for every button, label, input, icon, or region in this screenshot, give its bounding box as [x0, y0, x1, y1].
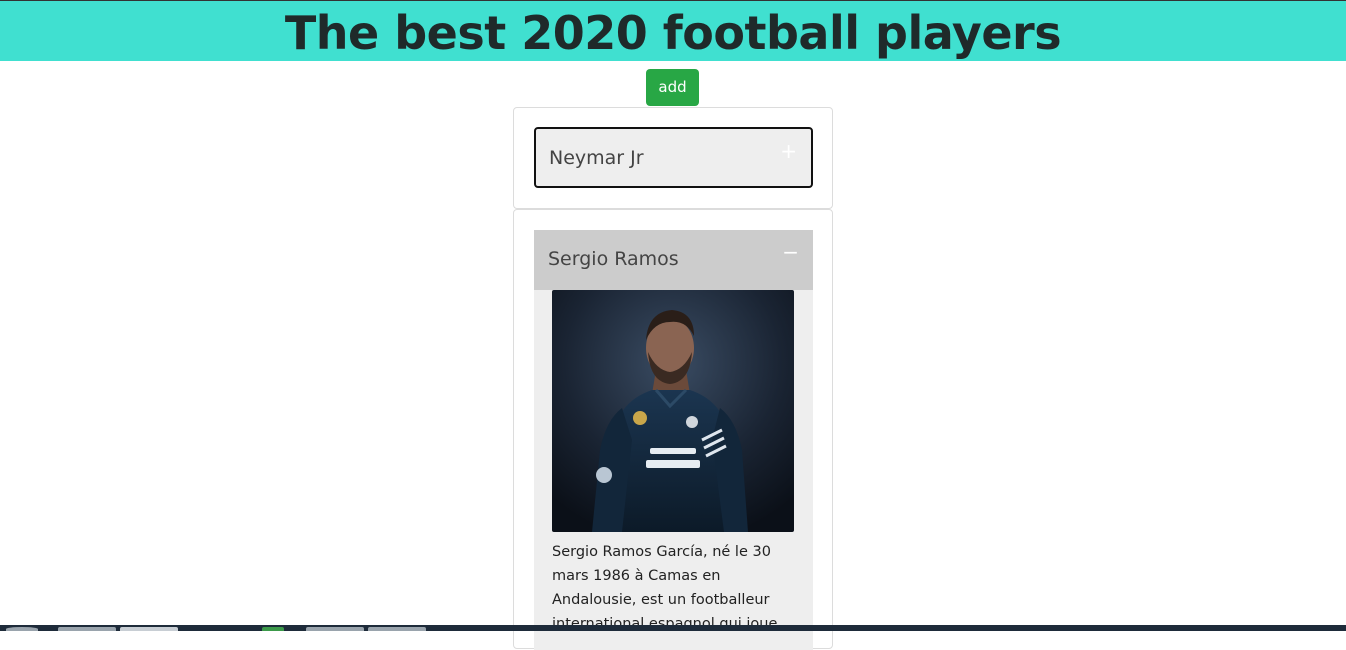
taskbar-button[interactable]: [120, 627, 178, 631]
page-title: The best 2020 football players: [284, 6, 1062, 60]
minus-icon: −: [782, 240, 799, 264]
start-icon[interactable]: [6, 627, 38, 631]
taskbar-button[interactable]: [306, 627, 364, 631]
taskbar: [0, 625, 1346, 631]
page-header: The best 2020 football players: [0, 0, 1346, 61]
player-card-neymar: Neymar Jr +: [513, 107, 833, 209]
player-name: Neymar Jr: [549, 147, 644, 169]
player-bio: Sergio Ramos García, né le 30 mars 1986 …: [552, 544, 778, 632]
accordion-header-ramos[interactable]: Sergio Ramos −: [534, 230, 813, 290]
plus-icon: +: [780, 139, 797, 163]
player-photo: [552, 290, 794, 532]
accordion-body-ramos: Sergio Ramos García, né le 30 mars 1986 …: [534, 290, 813, 650]
player-name: Sergio Ramos: [548, 248, 679, 270]
add-button[interactable]: add: [646, 69, 699, 106]
player-card-ramos: Sergio Ramos − Sergio Ramos García, né l…: [513, 209, 833, 650]
taskbar-button[interactable]: [262, 627, 284, 631]
accordion-header-neymar[interactable]: Neymar Jr +: [534, 127, 813, 188]
taskbar-button[interactable]: [58, 627, 116, 631]
taskbar-button[interactable]: [368, 627, 426, 631]
